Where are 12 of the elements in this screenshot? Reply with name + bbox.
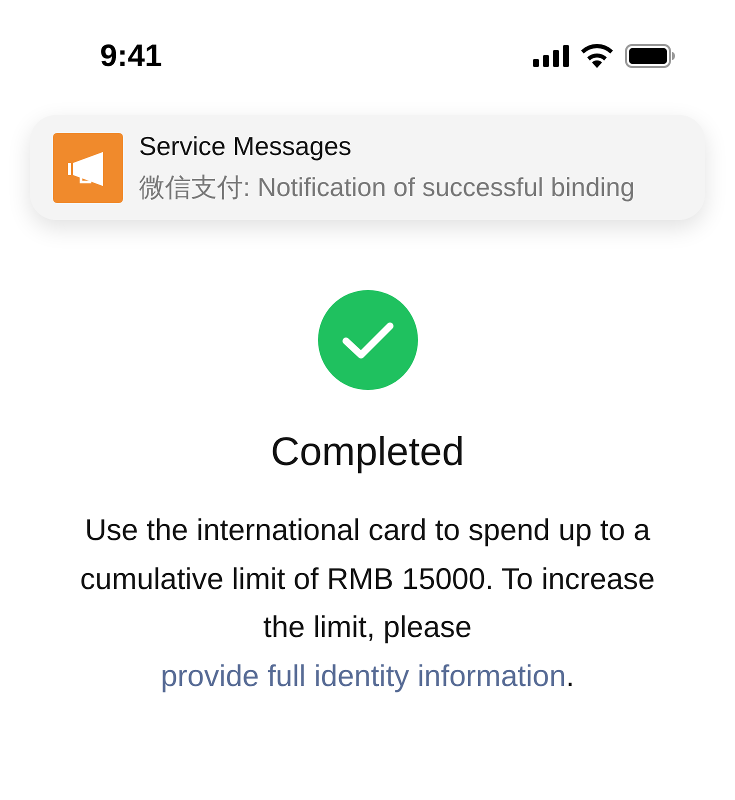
result-title: Completed xyxy=(270,430,464,475)
megaphone-icon xyxy=(53,132,123,202)
status-time: 9:41 xyxy=(100,38,162,74)
signal-icon xyxy=(533,45,569,67)
battery-icon xyxy=(625,44,675,68)
result-description: Use the international card to spend up to a cumulative limit of RMB 15000. To increase the limit, please provide full identity information. xyxy=(79,513,656,694)
wifi-icon xyxy=(581,44,613,68)
notification-card[interactable]: Service Messages 微信支付: Notification of successful binding xyxy=(30,115,705,220)
success-check-icon xyxy=(318,290,418,390)
notification-message: 微信支付: Notification of successful binding xyxy=(139,170,635,204)
notification-title: Service Messages xyxy=(139,130,352,162)
identity-link[interactable]: provide full identity information xyxy=(160,660,566,692)
